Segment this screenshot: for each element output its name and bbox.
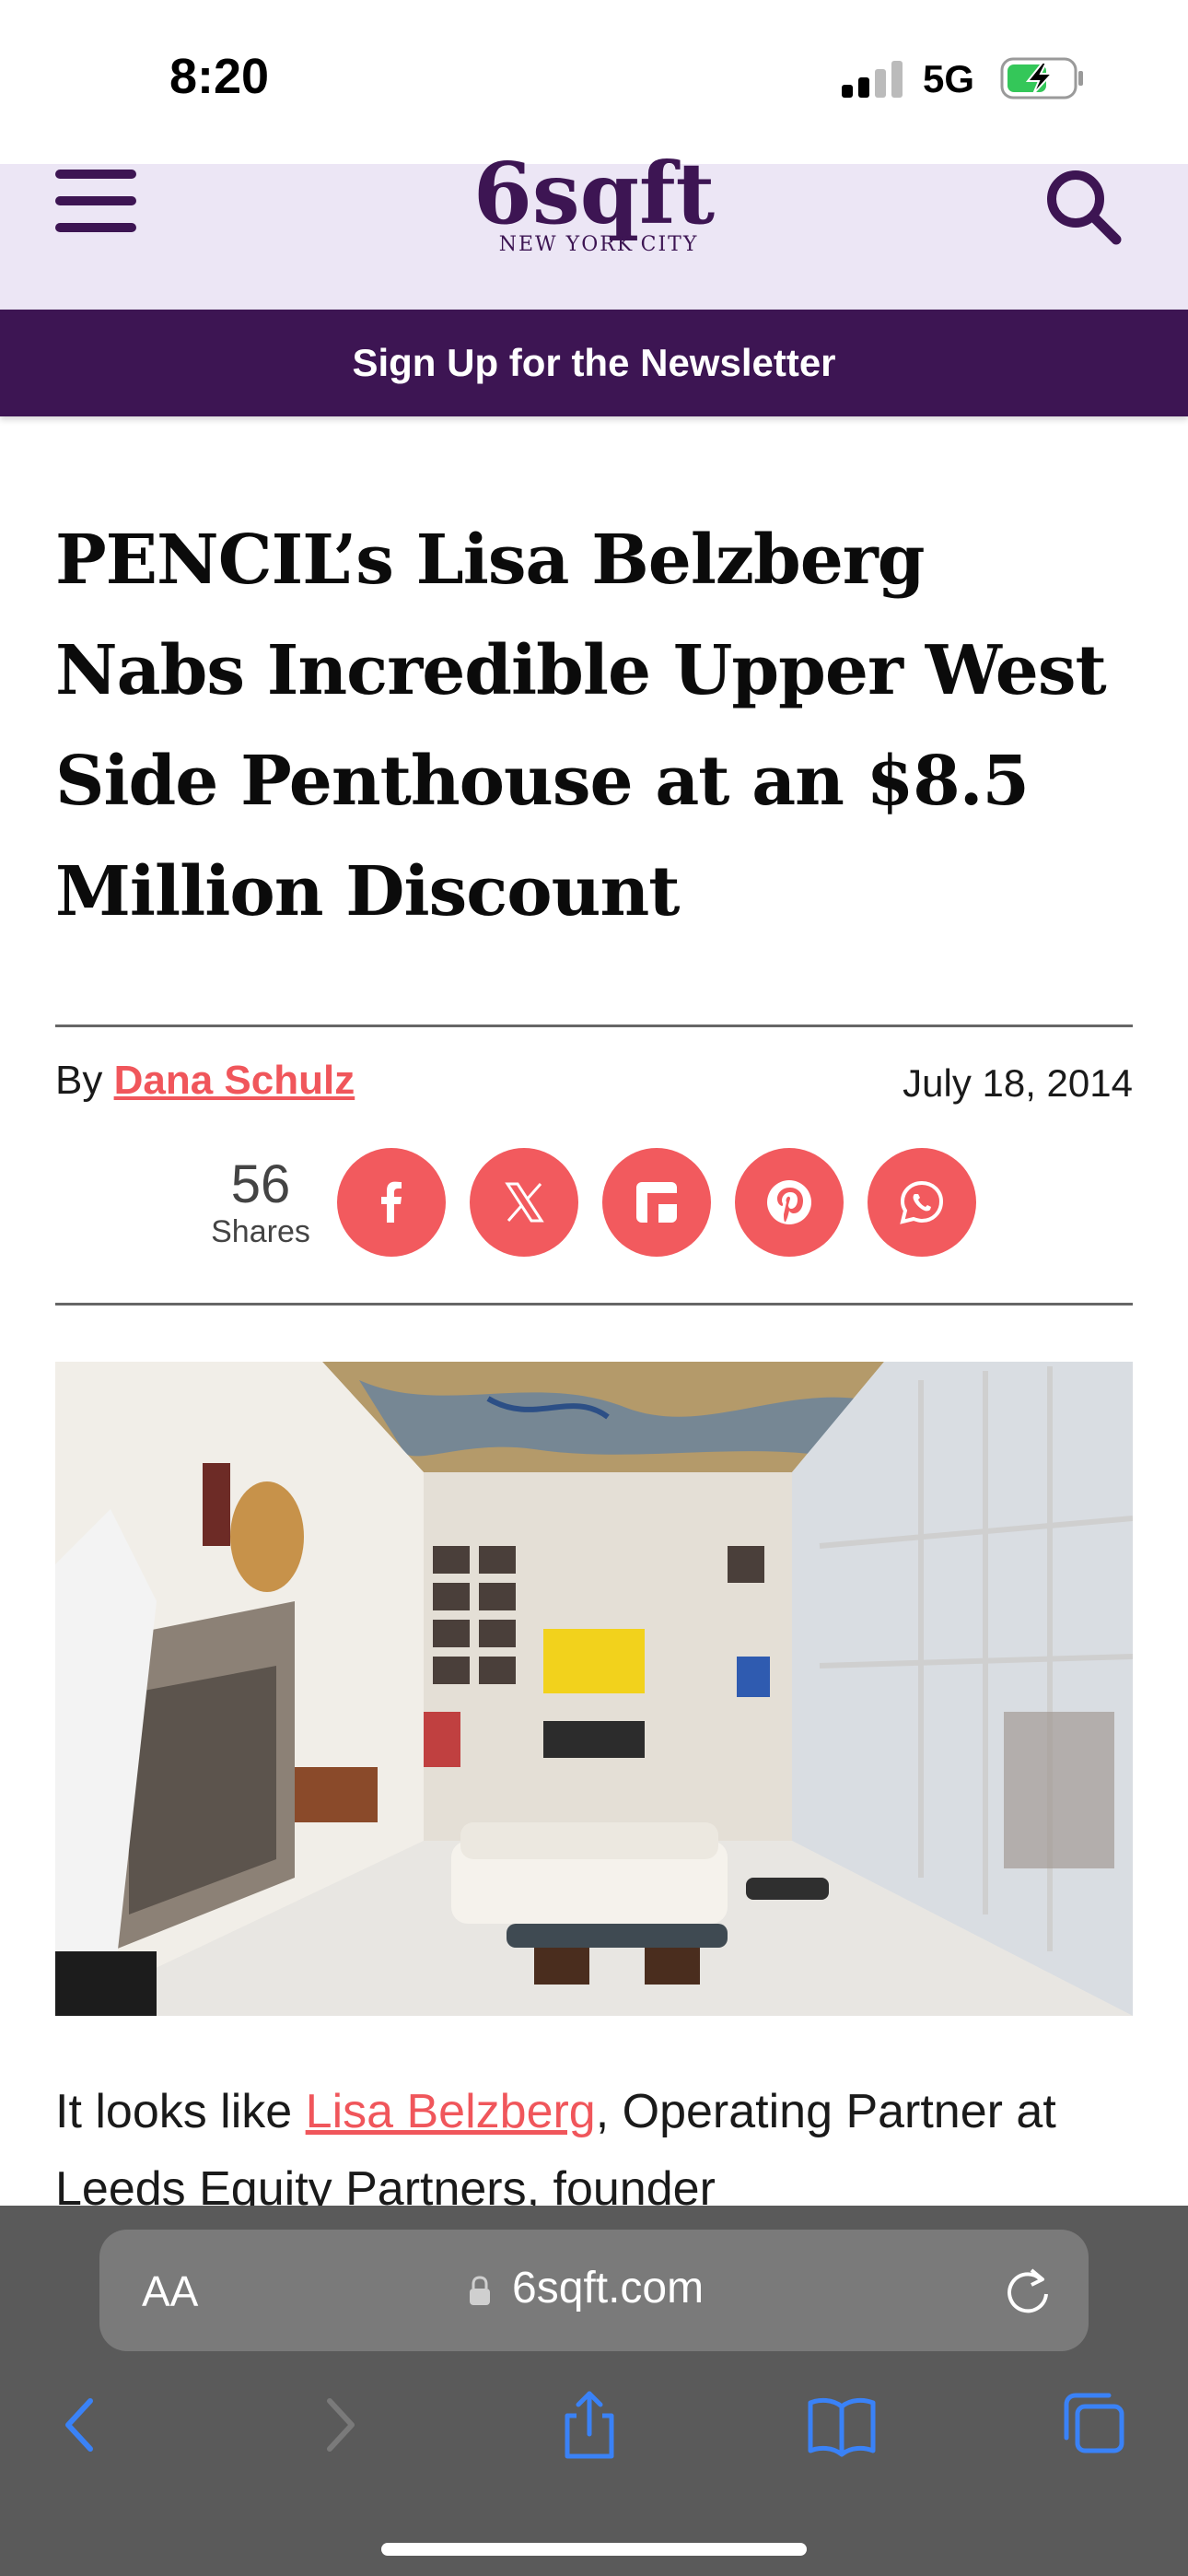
site-logo[interactable]: 6sqft NEW YORK CITY — [465, 158, 723, 276]
battery-charging-icon — [1000, 57, 1083, 100]
article-headline: PENCIL’s Lisa Belzberg Nabs Incredible U… — [55, 521, 1107, 931]
divider-bottom — [55, 1303, 1133, 1306]
network-type: 5G — [923, 57, 975, 100]
body-link-lisa-belzberg[interactable]: Lisa Belzberg — [306, 2085, 596, 2138]
author-link[interactable]: Dana Schulz — [114, 1058, 355, 1103]
status-time: 8:20 — [169, 49, 270, 104]
hamburger-menu-icon[interactable] — [53, 168, 138, 234]
tabs-icon[interactable] — [1057, 2388, 1131, 2462]
byline: By Dana Schulz — [55, 1058, 355, 1104]
publish-date: July 18, 2014 — [903, 1061, 1133, 1105]
x-icon — [505, 1182, 544, 1223]
share-count-number: 56 — [230, 1154, 291, 1214]
share-whatsapp-button[interactable] — [868, 1148, 976, 1257]
byline-prefix: By — [55, 1058, 103, 1103]
back-icon[interactable] — [44, 2388, 118, 2462]
forward-icon[interactable] — [302, 2388, 376, 2462]
cellular-signal-icon — [842, 61, 903, 98]
bookmarks-icon[interactable] — [805, 2388, 879, 2462]
logo-sub-left: NEW YORK — [499, 233, 634, 256]
newsletter-signup-button[interactable]: Sign Up for the Newsletter — [0, 310, 1188, 416]
url-text[interactable]: 6sqft.com — [512, 2263, 704, 2313]
search-icon[interactable] — [1042, 166, 1122, 245]
lock-icon — [470, 2276, 490, 2305]
facebook-icon — [381, 1181, 402, 1223]
share-flipboard-button[interactable] — [602, 1148, 711, 1257]
flipboard-icon — [636, 1182, 677, 1223]
share-icon[interactable] — [553, 2388, 626, 2462]
pinterest-icon — [767, 1180, 811, 1224]
status-bar: 8:20 5G — [0, 0, 1188, 164]
logo-sub-right: CITY — [641, 233, 699, 256]
body-text-start: It looks like — [55, 2085, 306, 2138]
share-facebook-button[interactable] — [337, 1148, 446, 1257]
home-indicator — [381, 2543, 807, 2556]
divider-top — [55, 1025, 1133, 1027]
share-count-label: Shares — [211, 1214, 310, 1249]
logo-text: 6sqft — [473, 158, 716, 243]
share-count: 56 Shares — [203, 1157, 319, 1250]
page-settings-button[interactable]: AA — [142, 2266, 198, 2316]
share-pinterest-button[interactable] — [735, 1148, 844, 1257]
reload-icon[interactable] — [1004, 2265, 1052, 2316]
share-x-button[interactable] — [470, 1148, 578, 1257]
penthouse-living-room-image — [55, 1362, 1133, 2016]
article-body: It looks like Lisa Belzberg, Operating P… — [55, 2073, 1160, 2228]
whatsapp-icon — [900, 1180, 944, 1224]
